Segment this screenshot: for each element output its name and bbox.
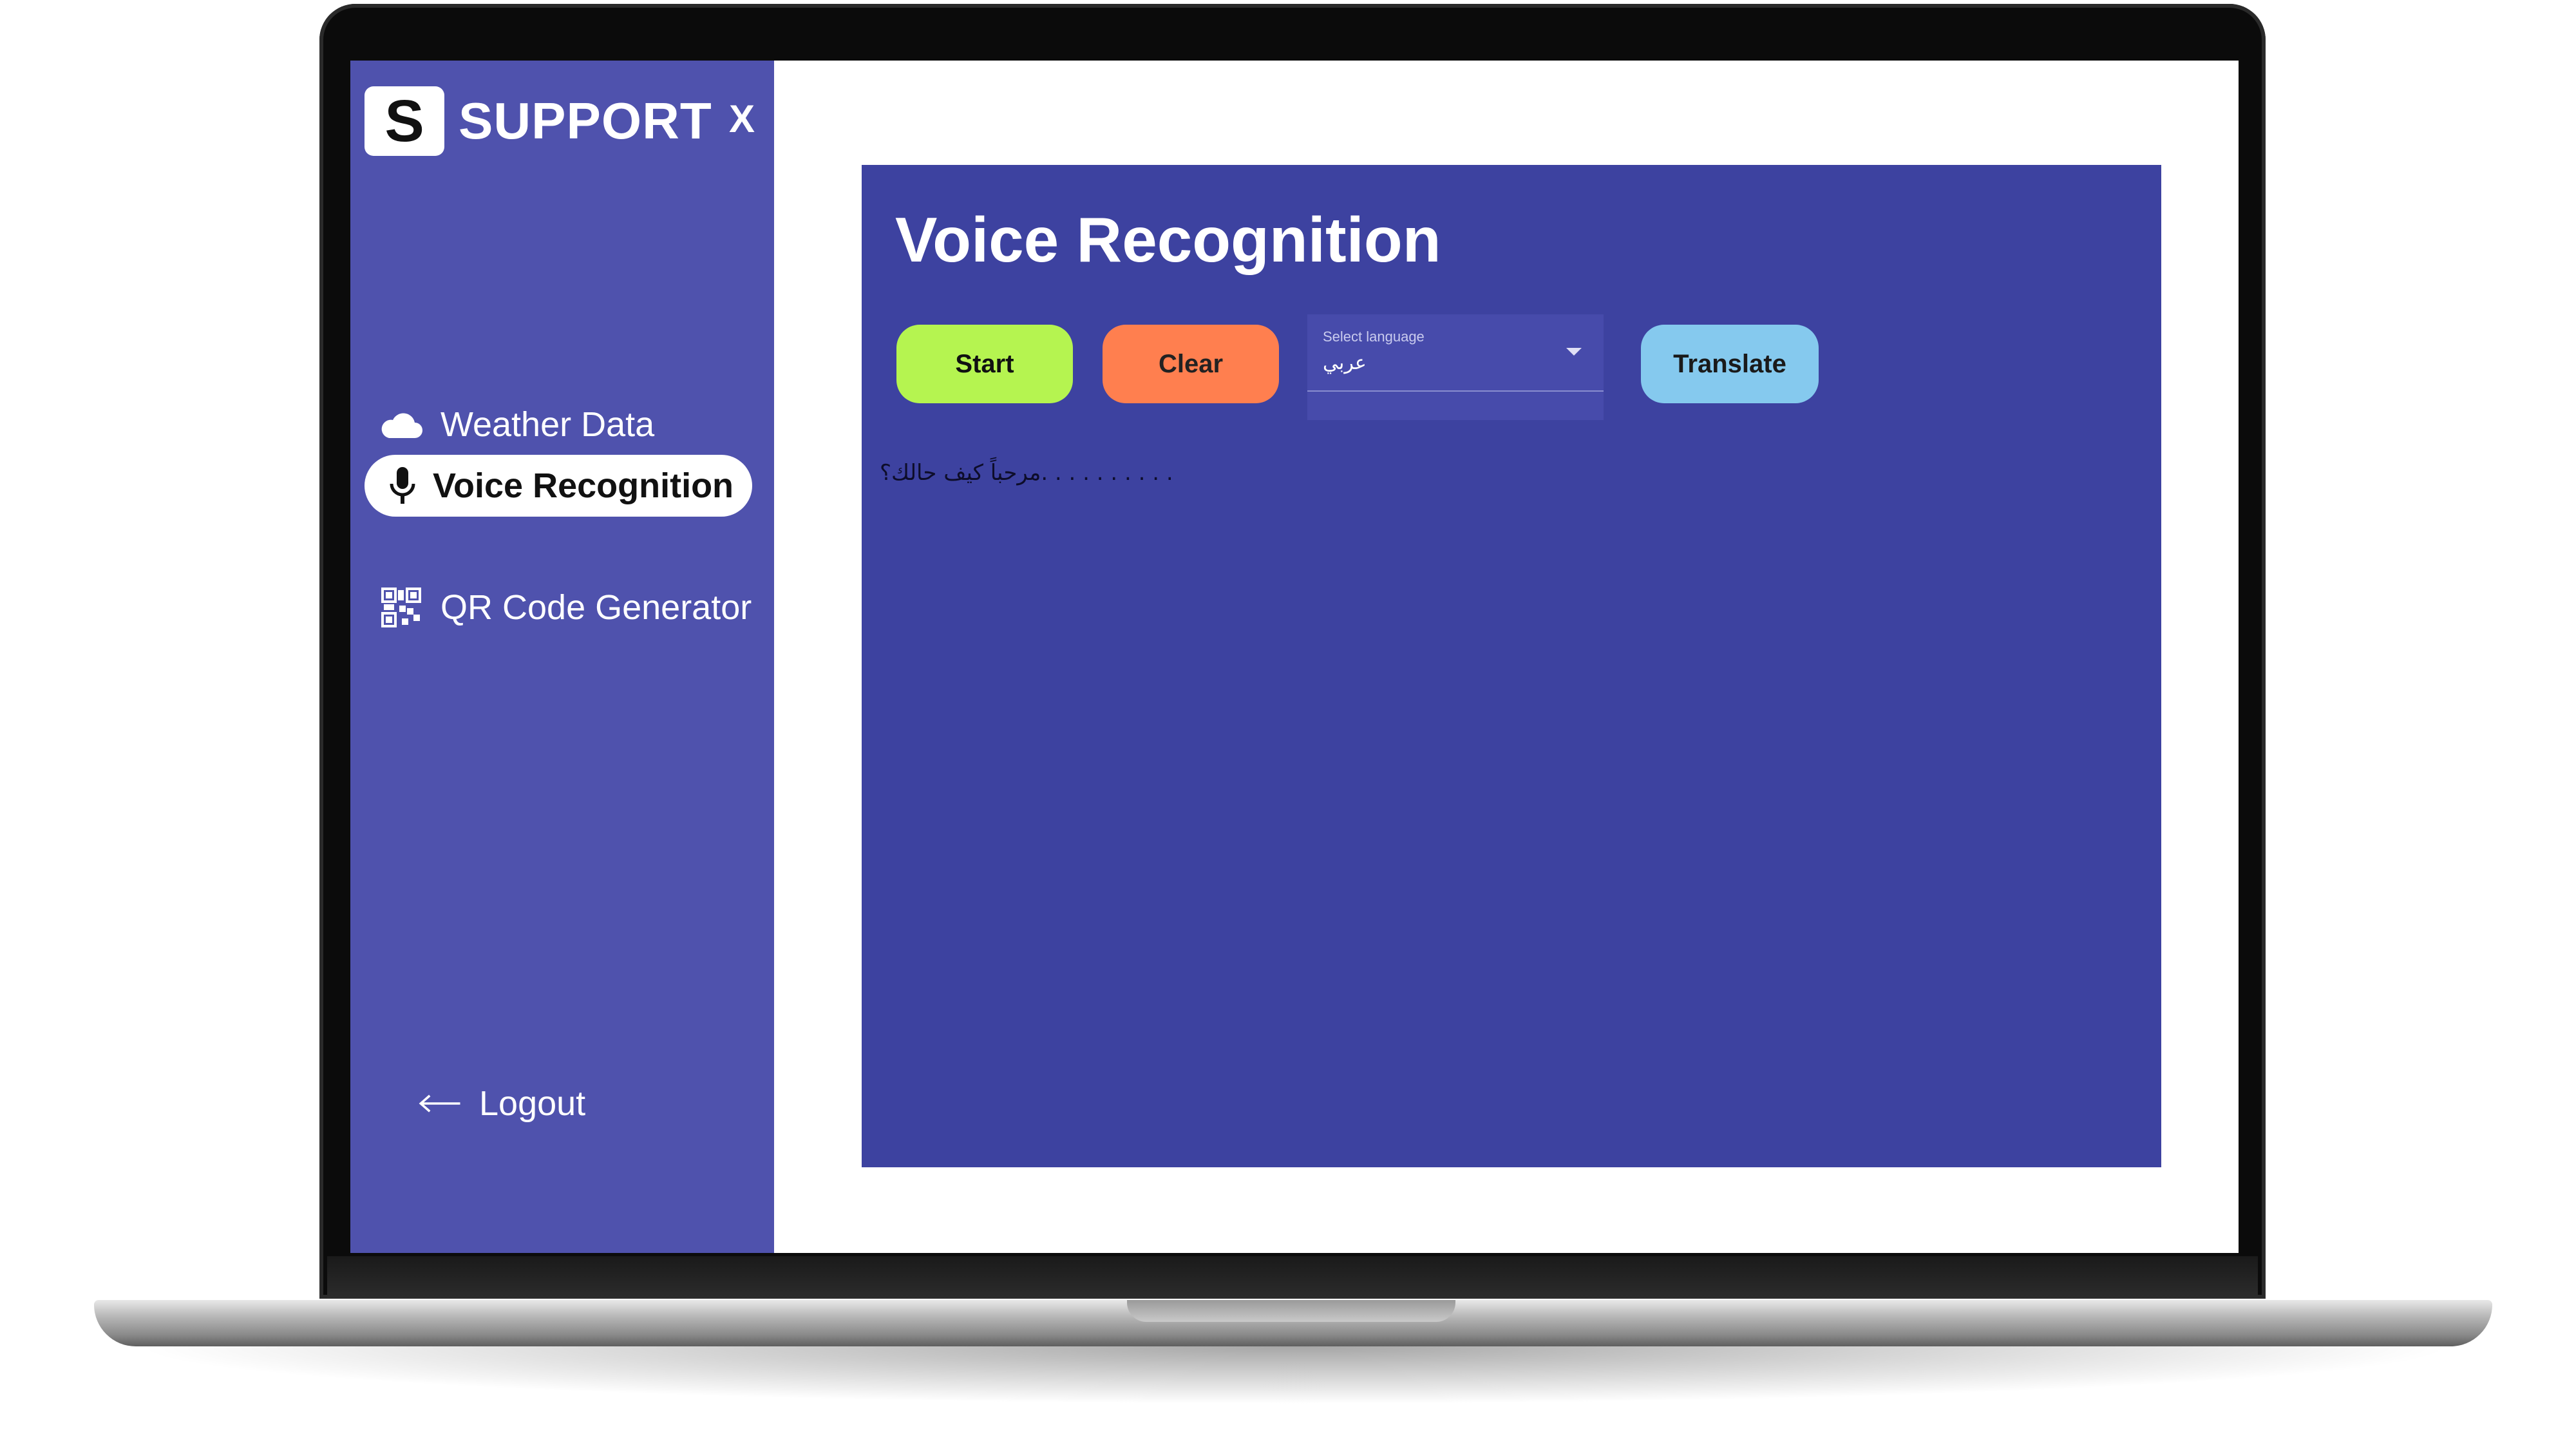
brand-logo: S — [365, 86, 444, 156]
logout-label: Logout — [479, 1084, 586, 1123]
page-title: Voice Recognition — [895, 204, 1441, 275]
sidebar-item-weather-data[interactable]: Weather Data — [379, 402, 654, 447]
start-button[interactable]: Start — [896, 325, 1073, 403]
close-sidebar-button[interactable]: X — [729, 97, 755, 141]
sidebar-item-label: Weather Data — [440, 405, 655, 444]
qr-code-icon — [379, 585, 424, 630]
sidebar-item-label: QR Code Generator — [440, 588, 752, 627]
language-select[interactable]: Select language عربي — [1307, 314, 1604, 420]
language-select-field: Select language عربي — [1307, 314, 1604, 392]
arrow-left-icon — [417, 1081, 462, 1126]
clear-button[interactable]: Clear — [1103, 325, 1279, 403]
microphone-icon — [380, 463, 425, 508]
brand-name: SUPPORT — [459, 92, 712, 149]
laptop-notch — [1127, 1300, 1455, 1322]
brand: S SUPPORT — [365, 86, 712, 156]
sidebar-item-voice-recognition[interactable]: Voice Recognition — [365, 455, 752, 517]
dropdown-arrow-icon — [1566, 348, 1582, 356]
laptop-chin — [327, 1256, 2258, 1299]
translate-button[interactable]: Translate — [1641, 325, 1819, 403]
sidebar-item-qr-code-generator[interactable]: QR Code Generator — [379, 585, 752, 630]
transcript-text: مرحباً كيف حالك؟. . . . . . . . . . — [880, 460, 1173, 486]
sidebar: S SUPPORT X Weather Data Voice Recogniti… — [350, 61, 774, 1253]
language-select-value: عربي — [1323, 352, 1367, 374]
logout-button[interactable]: Logout — [417, 1081, 585, 1126]
voice-recognition-panel: Voice Recognition Start Clear Select lan… — [862, 165, 2161, 1167]
language-select-label: Select language — [1323, 329, 1425, 345]
sidebar-item-label: Voice Recognition — [433, 466, 734, 505]
app-screen: S SUPPORT X Weather Data Voice Recogniti… — [350, 61, 2239, 1253]
laptop-shadow — [129, 1346, 2460, 1404]
cloud-icon — [379, 402, 424, 447]
